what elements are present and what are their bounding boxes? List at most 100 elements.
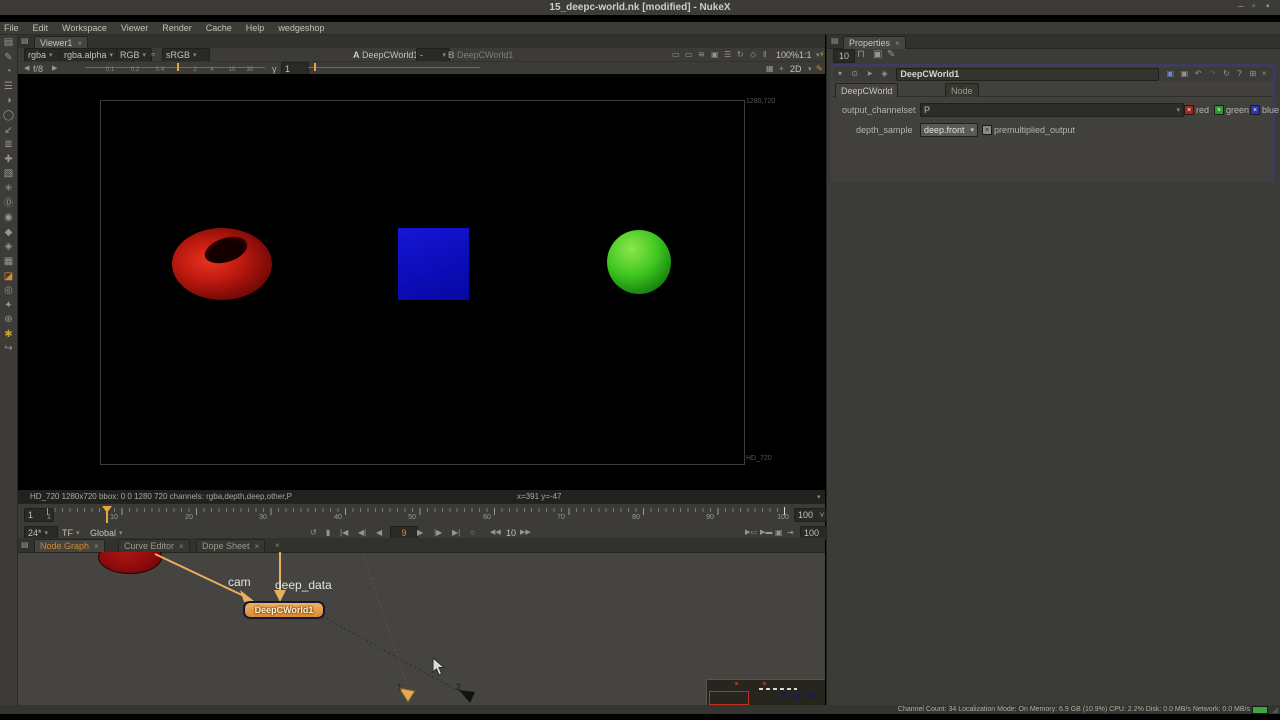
tool-sparkle-icon[interactable]: ✦ [4,300,12,311]
deepcworld-node[interactable]: DeepCWorld1 [243,601,325,619]
menu-file[interactable]: File [4,23,19,33]
tab-curve-editor-close-icon[interactable]: × [179,542,184,551]
play-forward-button[interactable]: ▶ [417,528,423,538]
next-frame-button[interactable]: |▶ [434,528,442,538]
tool-metadata-icon[interactable]: ◆ [5,227,13,238]
cam-node-label[interactable]: cam [228,575,251,589]
range-caret-icon[interactable]: ⋎ [819,510,825,520]
help-icon[interactable]: ? [1237,69,1249,79]
gain-next-icon[interactable]: ▶ [52,64,57,74]
tool-3d-icon[interactable]: ▧ [4,169,13,179]
prev-keyframe-button[interactable]: ◀| [358,528,366,538]
viewer-colorspace-select[interactable]: sRGB ▾ [162,48,210,62]
menu-render[interactable]: Render [162,23,192,33]
goto-start-button[interactable]: |◀ [340,528,348,538]
tab-properties-close-icon[interactable]: × [895,39,900,48]
fit-range-icon[interactable]: ⇥ [787,528,794,538]
goto-end-button[interactable]: ▶| [452,528,460,538]
redo-icon[interactable]: ↷ [1209,69,1223,79]
resize-grip[interactable] [1272,707,1278,713]
frame-ruler[interactable]: 1 10 20 30 40 50 60 70 80 90 100 [43,506,789,525]
refresh-icon[interactable]: ↻ [737,50,744,60]
red-channel-checkbox[interactable]: × [1184,105,1194,115]
gain-prev-icon[interactable]: ◀ [24,64,29,74]
tool-gizmo-icon[interactable]: ◪ [4,271,13,282]
playback-mode-icon[interactable]: ○ [470,528,475,538]
minimize-button[interactable]: – [1238,2,1244,12]
tab-dope-sheet[interactable]: Dope Sheet × [196,539,266,552]
loop-icon[interactable]: ↺ [310,528,317,538]
maximize-button[interactable]: ▫ [1252,2,1256,12]
tool-time-icon[interactable]: ◔ [5,67,11,77]
node-graph-canvas[interactable]: cam deep_data DeepCWorld1 1 2 [18,552,825,705]
tool-channel-icon[interactable]: ☰ [4,81,13,92]
checkmark-icon[interactable]: ▣ [1181,69,1195,79]
chevron-down-icon[interactable]: ▾ [817,493,821,501]
gain-marker[interactable] [177,63,179,71]
revert-icon[interactable]: ↻ [1223,69,1237,79]
menu-viewer[interactable]: Viewer [121,23,148,33]
menu-help[interactable]: Help [246,23,265,33]
bounce-icon[interactable]: ▮ [326,528,330,538]
output-channelset-select[interactable]: P ▾ [920,103,1184,117]
tab-node-graph[interactable]: Node Graph × [34,539,105,552]
tool-color-icon[interactable]: ◑ [5,96,11,106]
scanline-icon[interactable]: ☰ [724,50,731,60]
chevron-down-icon[interactable]: ▾ [808,65,812,73]
copy-panel-icon[interactable]: ⊞ [1249,69,1261,79]
undo-icon[interactable]: ↶ [1195,69,1209,79]
gamma-slider[interactable] [308,67,480,68]
tool-toolsets-icon[interactable]: ◈ [5,242,13,252]
tool-web-icon[interactable]: ⊛ [4,315,12,325]
toolbar-pane-icon[interactable]: ▤ [4,38,13,48]
stereo-icon[interactable]: ▭ [672,50,680,60]
zoom-level[interactable]: 100% [776,50,799,60]
nodegraph-pane-menu-icon[interactable]: ▤ [21,540,29,550]
ab-mode-select[interactable]: - ▾ [416,48,450,62]
tool-deep-icon[interactable]: Ⓓ [4,198,14,209]
roi-icon[interactable]: ▦ [766,64,774,74]
properties-pane-menu-icon[interactable]: ▤ [831,36,839,46]
float-panel-icon[interactable]: ▣ [873,50,882,60]
tool-views-icon[interactable]: ◉ [4,213,13,223]
gain-stop-label[interactable]: f/8 [33,64,43,74]
playhead-line[interactable] [106,507,108,523]
node-name-field[interactable]: DeepCWorld1 [896,67,1159,81]
goto-node-icon[interactable]: ➤ [866,69,881,79]
extra-tab-close-icon[interactable]: × [275,541,280,550]
tool-keyer-icon[interactable]: ↙ [4,125,12,136]
tool-ocio-icon[interactable]: ◎ [4,286,13,296]
tool-draw-icon[interactable]: ✎ [4,52,12,63]
tab-node[interactable]: Node [945,83,979,97]
menu-workspace[interactable]: Workspace [62,23,107,33]
decrement-button[interactable]: ◀◀ [490,528,501,538]
node-graph-minimap[interactable] [706,679,825,705]
display-channel-select[interactable]: RGB ▾ [116,48,152,62]
tab-node-graph-close-icon[interactable]: × [94,542,99,551]
tab-curve-editor[interactable]: Curve Editor × [118,539,190,552]
alpha-select[interactable]: rgba.alpha ▾ [60,48,118,62]
menu-wedgeshop[interactable]: wedgeshop [278,23,324,33]
depth-sample-select[interactable]: deep.front ▾ [920,123,978,137]
gamma-marker[interactable] [314,63,316,71]
format-icon[interactable]: ▭ [685,50,693,60]
filter-icon[interactable]: ▾ [838,69,851,79]
edit-panel-icon[interactable]: ✎ [887,50,895,60]
green-channel-checkbox[interactable]: × [1214,105,1224,115]
channels-icon[interactable]: ▣ [1167,69,1181,79]
tool-merge-icon[interactable]: ≣ [4,140,12,150]
tool-plugin-icon[interactable]: ✱ [4,329,12,340]
wipe-tool-icon[interactable]: ≋ [698,50,705,60]
flipbook-icon[interactable]: ▶▭ [745,528,757,538]
center-node-icon[interactable]: ⊙ [851,69,866,79]
tab-viewer1-close-icon[interactable]: × [77,39,82,48]
proxy-icon[interactable]: ◇ [750,50,756,60]
lock-range-icon[interactable]: ▣ [775,528,783,538]
frame-increment-field[interactable]: 10 [506,528,516,538]
input-b-node[interactable]: DeepCWorld1 [457,50,513,60]
viewer-pane-menu-icon[interactable]: ▤ [21,36,29,46]
viewport[interactable]: 1280,720 HD_720 [18,74,825,490]
input-a-node[interactable]: DeepCWorld1 [362,50,418,60]
layer-select[interactable]: rgba ▾ [24,48,62,62]
monitor-icon[interactable]: ▣ [711,50,719,60]
